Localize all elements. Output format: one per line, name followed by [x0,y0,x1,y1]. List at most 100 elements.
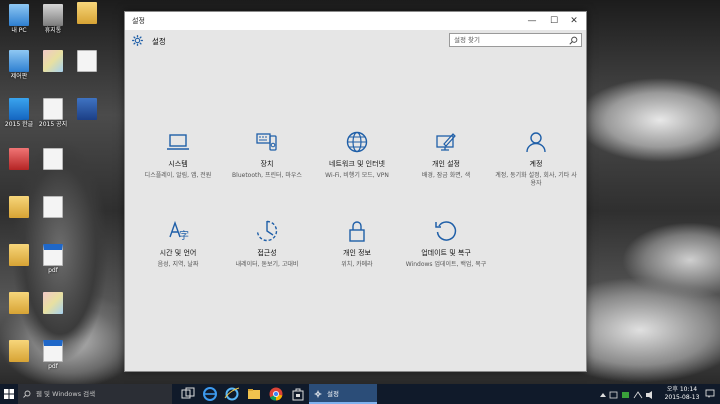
desktop-icon-word[interactable]: 2015 한글 [2,98,36,128]
tile-accounts[interactable]: 계정 계정, 동기화 설정, 회사, 기타 사용자 [491,130,581,188]
desktop-icon-doc-2[interactable] [36,148,70,171]
word-icon [9,98,29,120]
desktop-icon-edge[interactable] [70,50,104,73]
window-title: 설정 [132,17,145,25]
taskbar-settings-app[interactable]: 설정 [309,384,377,404]
tile-title: 네트워크 및 인터넷 [329,160,385,168]
action-center-icon[interactable] [705,389,715,399]
folder-icon [9,244,29,266]
tile-title: 장치 [260,160,274,168]
desktop-icon-pdf-2[interactable]: pdf [36,340,70,370]
personalization-icon [436,133,456,151]
update-icon [435,221,457,241]
settings-window: 설정 — ☐ ✕ 설정 시스템 디스플레이, 알림, 앱, 전원 [124,11,587,372]
desktop-icon-folder-1[interactable] [70,2,104,25]
zip-icon [77,98,97,120]
desktop-icon-red-app[interactable] [2,148,36,171]
folder-icon [77,2,97,24]
store-icon[interactable] [290,386,306,402]
tile-description: Windows 업데이트, 백업, 복구 [405,261,487,268]
minimize-button[interactable]: — [522,12,542,30]
tile-time-language[interactable]: 字 시간 및 언어 음성, 지역, 날짜 [133,219,223,269]
ease-of-access-icon [256,220,278,242]
search-input[interactable] [450,34,564,46]
page-title: 설정 [152,37,166,46]
tile-description: 디스플레이, 알림, 앱, 전원 [144,172,212,179]
tile-title: 시스템 [168,160,188,168]
devices-icon [256,133,277,151]
laptop-icon [167,134,189,150]
image-icon [43,292,63,314]
folder-icon [9,196,29,218]
tile-ease-of-access[interactable]: 접근성 내레이터, 돋보기, 고대비 [222,219,312,269]
pc-icon [9,4,29,26]
clock-time: 오후 10:14 [666,386,698,393]
tile-description: 위치, 카메라 [341,261,373,268]
search-icon[interactable] [569,36,578,45]
gear-icon [314,390,322,398]
system-tray-icons[interactable] [598,390,660,400]
ie-icon[interactable] [224,386,240,402]
tile-devices[interactable]: 장치 Bluetooth, 프린터, 마우스 [222,130,312,180]
desktop-icon-folder-4[interactable] [2,292,36,315]
maximize-button[interactable]: ☐ [544,12,564,30]
desktop-icon-image-2[interactable] [36,292,70,315]
lock-icon [349,221,365,242]
time-language-icon: 字 [169,220,189,242]
taskbar-search[interactable]: 웹 및 Windows 검색 [18,384,172,404]
desktop-icon-doc-3[interactable] [36,196,70,219]
desktop-icon-folder-3[interactable] [2,244,36,267]
settings-header: 설정 [125,30,586,54]
close-button[interactable]: ✕ [564,12,584,30]
tile-description: 배경, 잠금 화면, 색 [421,172,471,179]
tile-description: 음성, 지역, 날짜 [157,261,199,268]
tile-personalization[interactable]: 개인 설정 배경, 잠금 화면, 색 [401,130,491,180]
desktop-icon-trash[interactable]: 휴지통 [36,4,70,34]
desktop-icon-folder-2[interactable] [2,196,36,219]
clock[interactable]: 오후 10:14 2015-08-13 [662,386,702,402]
red-app-icon [9,148,29,170]
chrome-icon[interactable] [268,386,284,402]
svg-text:字: 字 [179,229,189,242]
control-panel-icon [9,50,29,72]
desktop-icon-pc[interactable]: 내 PC [2,4,36,34]
edge-icon[interactable] [202,386,218,402]
desktop-icon-image-1[interactable] [36,50,70,73]
doc-icon [43,98,63,120]
desktop-icon-folder-5[interactable] [2,340,36,363]
taskbar-active-label: 설정 [327,390,339,398]
taskbar-search-text: 웹 및 Windows 검색 [36,390,96,398]
tile-description: Bluetooth, 프린터, 마우스 [232,172,302,179]
search-box[interactable] [449,33,582,47]
tile-privacy[interactable]: 개인 정보 위치, 카메라 [312,219,402,269]
task-view-icon[interactable] [180,386,196,402]
folder-icon [9,292,29,314]
tile-description: 계정, 동기화 설정, 회사, 기타 사용자 [495,172,577,187]
taskbar: 웹 및 Windows 검색 설정 오후 10:14 2015-08-13 [0,384,720,404]
tile-network-internet[interactable]: 네트워크 및 인터넷 Wi-Fi, 비행기 모드, VPN [312,130,402,180]
windows-logo-icon [4,389,14,399]
tile-title: 업데이트 및 복구 [421,249,471,257]
desktop-icon-doc-1[interactable]: 2015 공지 [36,98,70,128]
file-explorer-icon[interactable] [246,386,262,402]
start-button[interactable] [0,384,18,404]
pdf-icon [43,244,63,266]
tile-description: 내레이터, 돋보기, 고대비 [235,261,299,268]
tile-system[interactable]: 시스템 디스플레이, 알림, 앱, 전원 [133,130,223,180]
tile-description: Wi-Fi, 비행기 모드, VPN [325,172,389,179]
clock-date: 2015-08-13 [664,394,700,401]
tile-title: 개인 설정 [432,160,460,168]
desktop-icons: 내 PC 휴지통 제어판 2015 한글 2015 공지 pdf pdf [0,0,120,384]
desktop-icon-zip[interactable] [70,98,104,121]
tile-title: 시간 및 언어 [159,249,197,257]
globe-icon [346,131,368,153]
title-bar[interactable]: 설정 — ☐ ✕ [125,12,586,30]
tile-update-recovery[interactable]: 업데이트 및 복구 Windows 업데이트, 백업, 복구 [401,219,491,269]
desktop-icon-pdf-1[interactable]: pdf [36,244,70,274]
folder-icon [9,340,29,362]
doc-icon [43,148,63,170]
tile-title: 개인 정보 [343,249,371,257]
desktop-icon-control-panel[interactable]: 제어판 [2,50,36,80]
search-icon [23,390,31,398]
pdf-icon [43,340,63,362]
